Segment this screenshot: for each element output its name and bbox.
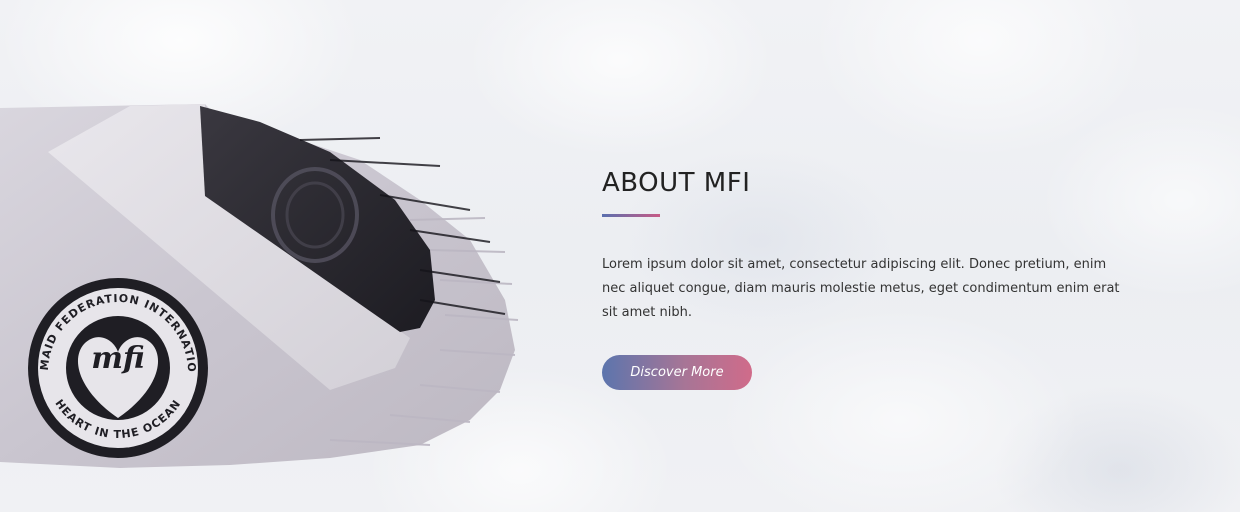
about-body-text: Lorem ipsum dolor sit amet, consectetur … xyxy=(602,257,1120,320)
discover-more-button[interactable]: Discover More xyxy=(602,355,752,390)
stamp-brush-image: MERMAID FEDERATION INTERNATIONAL HEART I… xyxy=(0,100,520,470)
about-title: ABOUT MFI xyxy=(602,168,751,198)
seal-logo-text: mfi xyxy=(91,341,145,376)
title-underline xyxy=(602,214,660,217)
about-section: ABOUT MFI Lorem ipsum dolor sit amet, co… xyxy=(602,166,1142,390)
